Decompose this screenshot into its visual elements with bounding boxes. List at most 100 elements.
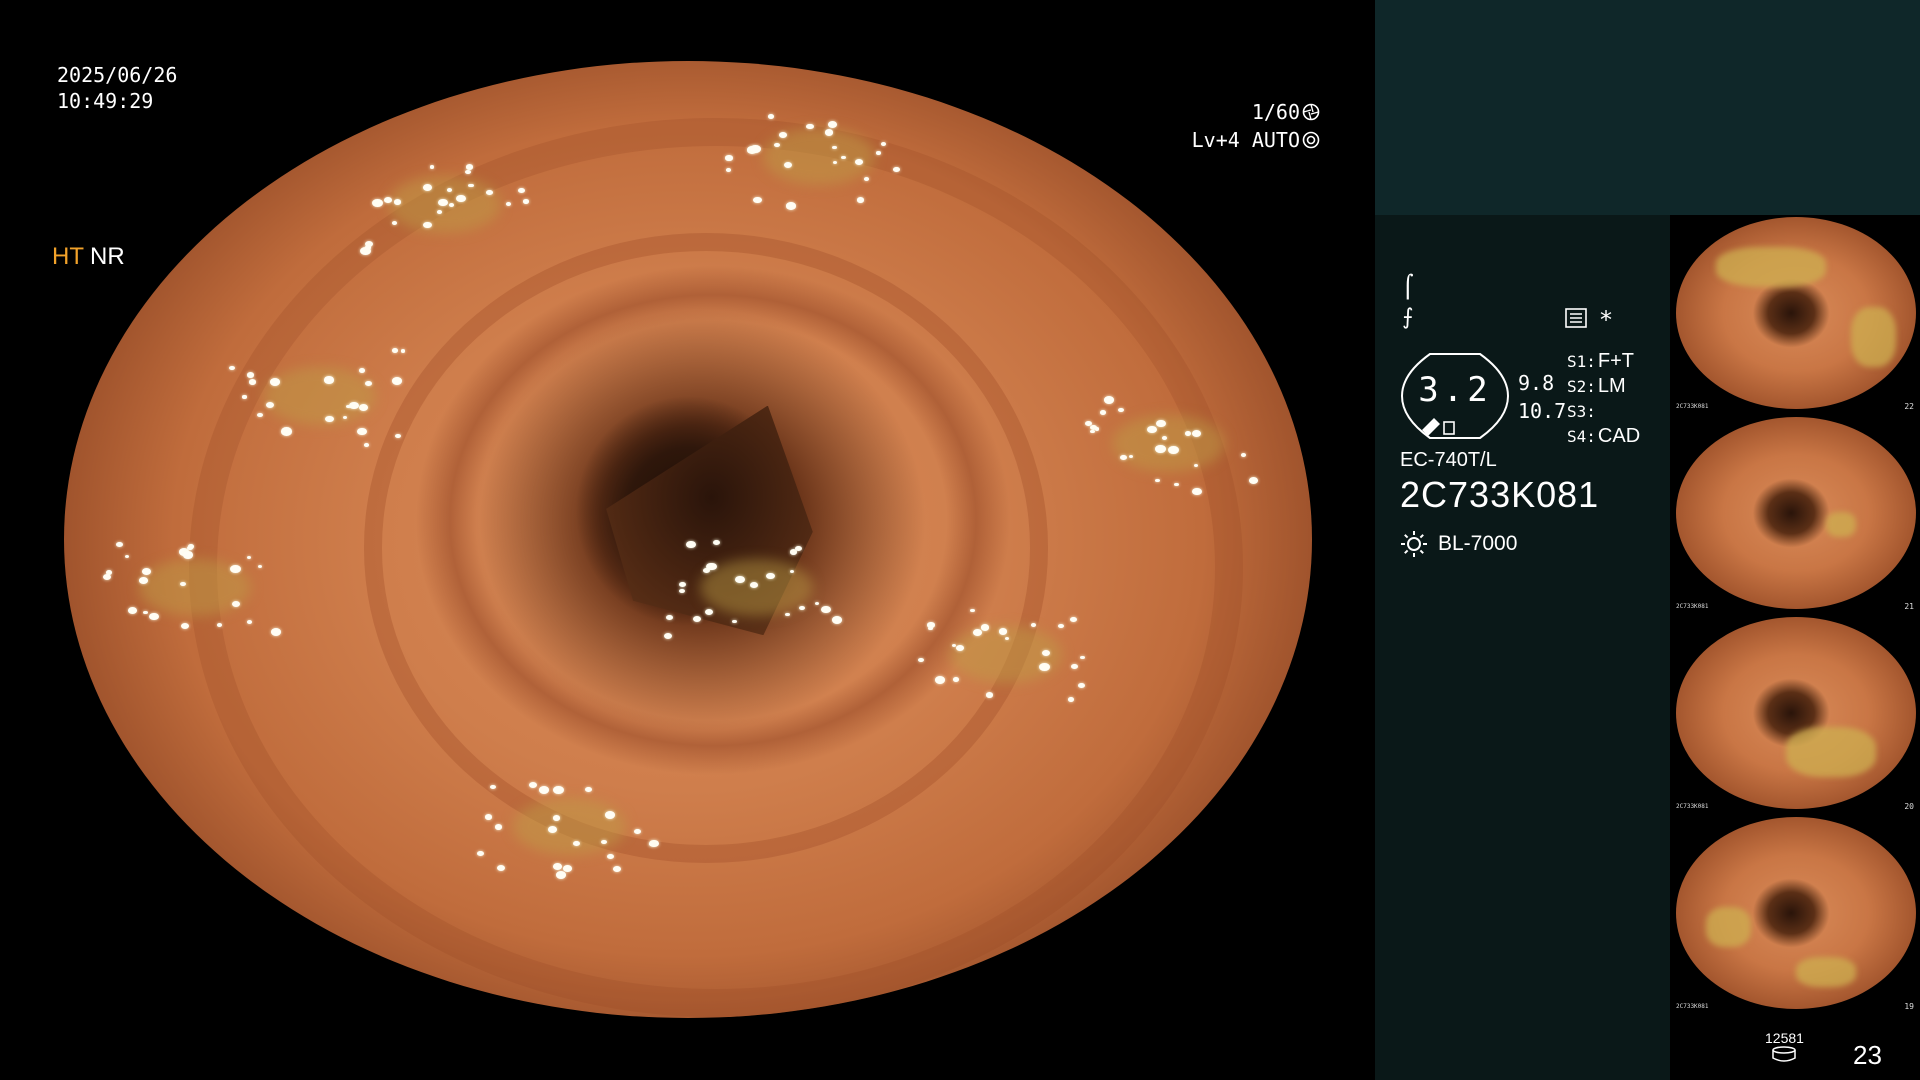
bubble-highlight xyxy=(786,202,796,210)
bubble-highlight xyxy=(395,433,401,438)
bubble-highlight xyxy=(840,155,846,160)
bubble-highlight xyxy=(584,787,592,793)
bubble-highlight xyxy=(230,565,241,574)
image-mode-indicator: HT NR xyxy=(52,243,125,271)
bubble-highlight xyxy=(400,349,405,353)
setting-value: LM xyxy=(1597,375,1626,397)
thumbnail-number: 21 xyxy=(1904,602,1914,611)
bubble-highlight xyxy=(1100,410,1107,415)
bubble-highlight xyxy=(832,145,837,150)
light-source: BL-7000 xyxy=(1400,530,1517,558)
setting-key: S4: xyxy=(1567,427,1596,446)
magnification-gauge: 3.2 xyxy=(1400,352,1510,440)
bubble-highlight xyxy=(1069,616,1077,622)
bubble-highlight xyxy=(128,607,138,614)
bubble-highlight xyxy=(1094,427,1100,431)
bubble-highlight xyxy=(115,541,124,548)
bubble-highlight xyxy=(363,442,369,447)
record-list-icon xyxy=(1565,308,1587,328)
light-source-label: BL-7000 xyxy=(1438,532,1518,555)
thumbnail-image[interactable]: 2C733K081 22 xyxy=(1670,215,1920,413)
bubble-highlight xyxy=(141,567,152,575)
bubble-highlight xyxy=(181,622,190,630)
iris-icon xyxy=(1302,131,1320,149)
bubble-highlight xyxy=(831,615,843,624)
bubble-highlight xyxy=(349,401,359,409)
frame-counter: 23 xyxy=(1853,1040,1882,1070)
bubble-highlight xyxy=(832,160,838,164)
endoscope-view: 2025/06/26 10:49:29 1/60 Lv+4 AUTO xyxy=(0,0,1375,1080)
asterisk-indicator: * xyxy=(1600,306,1612,334)
bubble-highlight xyxy=(1119,454,1127,461)
thumbnail-image[interactable]: 2C733K081 19 xyxy=(1670,815,1920,1013)
bubble-highlight xyxy=(753,196,762,204)
bubble-highlight xyxy=(712,539,720,545)
bubble-highlight xyxy=(934,676,945,684)
bubble-highlight xyxy=(768,113,775,119)
bubble-highlight xyxy=(538,786,549,794)
bubble-highlight xyxy=(270,628,281,636)
thumbnail-number: 22 xyxy=(1904,402,1914,411)
bubble-highlight xyxy=(423,221,432,229)
bubble-highlight xyxy=(392,221,398,225)
thumbnail-image[interactable]: 2C733K081 20 xyxy=(1670,615,1920,813)
bubble-highlight xyxy=(1193,463,1199,467)
bubble-highlight xyxy=(436,210,442,214)
bubble-highlight xyxy=(246,620,252,624)
bubble-highlight xyxy=(148,612,159,621)
bubble-highlight xyxy=(876,151,881,155)
thumbnail-picture xyxy=(1676,217,1916,409)
thumbnail-image[interactable]: 2C733K081 21 xyxy=(1670,415,1920,613)
bubble-highlight xyxy=(437,198,448,207)
brightness-level-text: Lv+4 AUTO xyxy=(1191,128,1300,152)
bubble-highlight xyxy=(951,643,956,647)
shutter-text: 1/60 xyxy=(1251,100,1300,124)
bubble-highlight xyxy=(281,427,293,436)
bubble-highlight xyxy=(1080,655,1085,659)
thumbnail-serial: 2C733K081 xyxy=(1676,403,1709,410)
bubble-highlight xyxy=(1030,622,1037,627)
bubble-highlight xyxy=(456,195,466,203)
bubble-highlight xyxy=(998,628,1007,635)
endoscopic-image xyxy=(64,61,1312,1018)
bubble-highlight xyxy=(665,614,673,620)
bubble-highlight xyxy=(465,169,471,174)
bubble-highlight xyxy=(1104,396,1114,404)
bubble-highlight xyxy=(528,781,538,788)
storage-count: 12581 xyxy=(1765,1030,1804,1046)
bubble-highlight xyxy=(555,871,567,879)
bubble-highlight xyxy=(827,121,837,129)
bubble-highlight xyxy=(486,190,493,196)
bubble-highlight xyxy=(726,168,731,172)
bubble-highlight xyxy=(269,377,281,386)
bubble-highlight xyxy=(927,626,933,631)
bubble-highlight xyxy=(824,129,834,136)
bubble-highlight xyxy=(346,405,351,409)
bubble-highlight xyxy=(523,199,529,204)
bubble-highlight xyxy=(229,365,236,371)
enhancement-icon: ⌠ xyxy=(1402,275,1414,300)
exposure-readout: 1/60 Lv+4 AUTO xyxy=(1180,98,1320,154)
bubble-highlight xyxy=(1039,662,1050,671)
datetime-readout: 2025/06/26 10:49:29 xyxy=(57,62,177,114)
bubble-highlight xyxy=(256,412,263,418)
storage-indicator: 12581 xyxy=(1765,1030,1804,1062)
bubble-highlight xyxy=(365,380,373,386)
bubble-highlight xyxy=(125,555,130,559)
gauge-value: 3.2 xyxy=(1418,370,1492,410)
bubble-highlight xyxy=(468,183,474,188)
bubble-highlight xyxy=(972,628,983,636)
bubble-highlight xyxy=(364,245,371,250)
bubble-highlight xyxy=(446,188,452,193)
setting-s1: S1: F+T xyxy=(1567,350,1634,373)
bubble-highlight xyxy=(766,572,775,579)
bubble-highlight xyxy=(393,199,402,205)
bubble-highlight xyxy=(1156,420,1166,428)
setting-key: S2: xyxy=(1567,377,1596,396)
thumbnail-picture xyxy=(1676,817,1916,1009)
setting-s3: S3: xyxy=(1567,400,1598,423)
sun-icon xyxy=(1401,531,1427,557)
device-info-area xyxy=(1375,215,1670,1080)
bubble-highlight xyxy=(799,605,805,610)
thumbnail-serial: 2C733K081 xyxy=(1676,603,1709,610)
